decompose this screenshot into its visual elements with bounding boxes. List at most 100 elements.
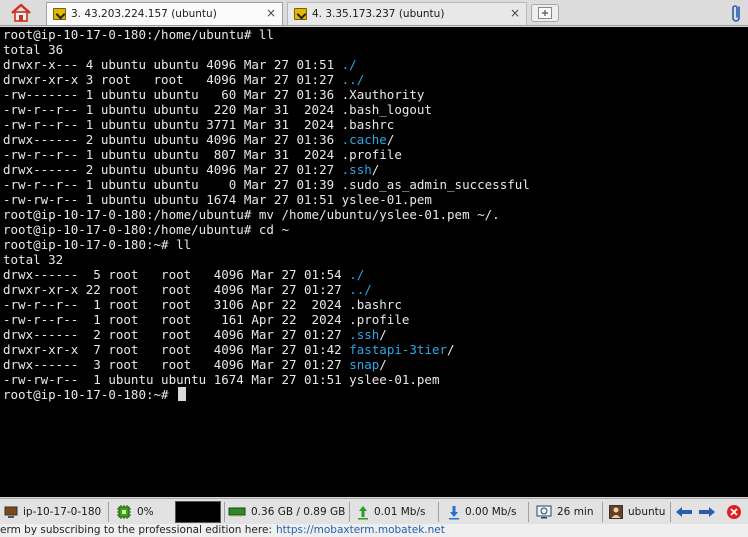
arrow-right-icon [699, 507, 715, 517]
terminal-line: drwxr-xr-x 3 root root 4096 Mar 27 01:27… [3, 72, 530, 87]
status-hostname[interactable]: ip-10-17-0-180 [4, 501, 101, 523]
memory-text: 0.36 GB / 0.89 GB [251, 506, 346, 518]
terminal-text: / [447, 342, 455, 357]
attachment-button[interactable] [728, 2, 746, 24]
terminal-text: -rw-r--r-- 1 ubuntu ubuntu 220 Mar 31 20… [3, 102, 432, 117]
new-tab-button[interactable] [531, 4, 559, 22]
terminal-text: drwx------ 5 root root 4096 Mar 27 01:54 [3, 267, 350, 282]
terminal-line: drwx------ 2 root root 4096 Mar 27 01:27… [3, 327, 530, 342]
cpu-text: 0% [137, 506, 154, 518]
cpu-icon [117, 505, 131, 519]
terminal-prompt: root@ip-10-17-0-180:~# [3, 387, 177, 402]
user-icon [609, 505, 623, 519]
status-download: 0.00 Mb/s [448, 501, 516, 523]
terminal-session-icon [294, 8, 307, 20]
terminal-text: -rw-rw-r-- 1 ubuntu ubuntu 1674 Mar 27 0… [3, 372, 440, 387]
directory-name: ../ [341, 72, 365, 87]
home-icon [11, 3, 31, 22]
terminal-line: -rw-r--r-- 1 root root 3106 Apr 22 2024 … [3, 297, 530, 312]
terminal-area[interactable]: root@ip-10-17-0-180:/home/ubuntu# ll tota… [0, 27, 748, 497]
terminal-prompt-line[interactable]: root@ip-10-17-0-180:~# [3, 387, 530, 402]
status-memory: 0.36 GB / 0.89 GB [228, 501, 345, 523]
terminal-text: / [371, 162, 380, 177]
terminal-text: drwxr-xr-x 22 root root 4096 Mar 27 01:2… [3, 282, 350, 297]
terminal-text: drwx------ 2 root root 4096 Mar 27 01:27 [3, 327, 350, 342]
terminal-line: total 36 [3, 42, 530, 57]
terminal-text: -rw-r--r-- 1 root root 3106 Apr 22 2024 … [3, 297, 402, 312]
memory-icon [228, 507, 246, 517]
arrow-left-button[interactable] [675, 501, 693, 523]
terminal-line: -rw-r--r-- 1 ubuntu ubuntu 807 Mar 31 20… [3, 147, 530, 162]
directory-name: ./ [349, 267, 365, 282]
promo-text: erm by subscribing to the professional e… [0, 524, 272, 536]
terminal-line: root@ip-10-17-0-180:/home/ubuntu# ll [3, 27, 530, 42]
home-button[interactable] [6, 1, 36, 25]
tab-bar: 3. 43.203.224.157 (ubuntu) × 4. 3.35.173… [0, 0, 748, 26]
terminal-text: drwxr-xr-x 7 root root 4096 Mar 27 01:42 [3, 342, 350, 357]
terminal-line: -rw-r--r-- 1 root root 161 Apr 22 2024 .… [3, 312, 530, 327]
close-icon[interactable]: × [266, 6, 276, 20]
terminal-output: root@ip-10-17-0-180:/home/ubuntu# ll tota… [3, 27, 530, 402]
plus-icon [538, 7, 552, 19]
uptime-text: 26 min [557, 506, 594, 518]
directory-name: snap [349, 357, 380, 372]
status-uptime: 26 min [536, 501, 594, 523]
status-upload: 0.01 Mb/s [357, 501, 425, 523]
arrow-left-icon [676, 507, 692, 517]
upload-text: 0.01 Mb/s [374, 506, 426, 518]
terminal-line: drwxr-xr-x 22 root root 4096 Mar 27 01:2… [3, 282, 530, 297]
terminal-session-icon [53, 8, 66, 20]
terminal-text: drwxr-xr-x 3 root root 4096 Mar 27 01:27 [3, 72, 342, 87]
terminal-line: root@ip-10-17-0-180:/home/ubuntu# mv /ho… [3, 207, 530, 222]
terminal-line: drwx------ 2 ubuntu ubuntu 4096 Mar 27 0… [3, 162, 530, 177]
terminal-line: drwx------ 2 ubuntu ubuntu 4096 Mar 27 0… [3, 132, 530, 147]
terminal-text: root@ip-10-17-0-180:/home/ubuntu# cd ~ [3, 222, 289, 237]
cpu-graph [175, 501, 221, 523]
terminal-text: root@ip-10-17-0-180:~# ll [3, 237, 192, 252]
terminal-text: root@ip-10-17-0-180:/home/ubuntu# ll [3, 27, 274, 42]
directory-name: .ssh [341, 162, 372, 177]
terminal-line: -rw-rw-r-- 1 ubuntu ubuntu 1674 Mar 27 0… [3, 372, 530, 387]
monitor-icon [4, 506, 18, 518]
terminal-line: -rw-r--r-- 1 ubuntu ubuntu 220 Mar 31 20… [3, 102, 530, 117]
terminal-line: drwxr-x--- 4 ubuntu ubuntu 4096 Mar 27 0… [3, 57, 530, 72]
directory-name: ./ [341, 57, 357, 72]
promo-link[interactable]: https://mobaxterm.mobatek.net [276, 524, 445, 536]
close-icon[interactable]: × [510, 6, 520, 20]
terminal-line: -rw-r--r-- 1 ubuntu ubuntu 3771 Mar 31 2… [3, 117, 530, 132]
terminal-line: root@ip-10-17-0-180:/home/ubuntu# cd ~ [3, 222, 530, 237]
terminal-text: -rw-r--r-- 1 ubuntu ubuntu 0 Mar 27 01:3… [3, 177, 530, 192]
terminal-text: / [386, 132, 395, 147]
screen-clock-icon [536, 505, 552, 519]
user-text: ubuntu [628, 506, 666, 518]
terminal-line: -rw-r--r-- 1 ubuntu ubuntu 0 Mar 27 01:3… [3, 177, 530, 192]
terminal-line: -rw-rw-r-- 1 ubuntu ubuntu 1674 Mar 27 0… [3, 192, 530, 207]
terminal-text: -rw------- 1 ubuntu ubuntu 60 Mar 27 01:… [3, 87, 425, 102]
tab-session-3[interactable]: 3. 43.203.224.157 (ubuntu) × [46, 2, 283, 25]
terminal-text: drwxr-x--- 4 ubuntu ubuntu 4096 Mar 27 0… [3, 57, 342, 72]
terminal-text: -rw-r--r-- 1 ubuntu ubuntu 3771 Mar 31 2… [3, 117, 395, 132]
status-bar: ip-10-17-0-180 0% 0.36 GB / 0.89 GB 0.01… [0, 498, 748, 524]
terminal-line: drwxr-xr-x 7 root root 4096 Mar 27 01:42… [3, 342, 530, 357]
status-user: ubuntu [609, 501, 665, 523]
directory-name: .ssh [349, 327, 380, 342]
terminal-line: total 32 [3, 252, 530, 267]
terminal-text: / [379, 357, 387, 372]
terminal-line: drwx------ 5 root root 4096 Mar 27 01:54… [3, 267, 530, 282]
terminal-text: total 36 [3, 42, 64, 57]
upload-arrow-icon [358, 506, 368, 520]
hostname-text: ip-10-17-0-180 [23, 506, 102, 518]
arrow-right-button[interactable] [698, 501, 716, 523]
terminal-text: -rw-r--r-- 1 ubuntu ubuntu 807 Mar 31 20… [3, 147, 402, 162]
directory-name: .cache [341, 132, 387, 147]
tab-session-4[interactable]: 4. 3.35.173.237 (ubuntu) × [287, 2, 527, 25]
directory-name: ../ [349, 282, 372, 297]
terminal-text: drwx------ 2 ubuntu ubuntu 4096 Mar 27 0… [3, 162, 342, 177]
terminal-text: -rw-r--r-- 1 root root 161 Apr 22 2024 .… [3, 312, 410, 327]
exit-button[interactable] [726, 501, 742, 523]
terminal-text: / [379, 327, 387, 342]
promo-banner: erm by subscribing to the professional e… [0, 524, 748, 537]
terminal-text: drwx------ 3 root root 4096 Mar 27 01:27 [3, 357, 350, 372]
terminal-line: drwx------ 3 root root 4096 Mar 27 01:27… [3, 357, 530, 372]
terminal-cursor [178, 387, 187, 401]
